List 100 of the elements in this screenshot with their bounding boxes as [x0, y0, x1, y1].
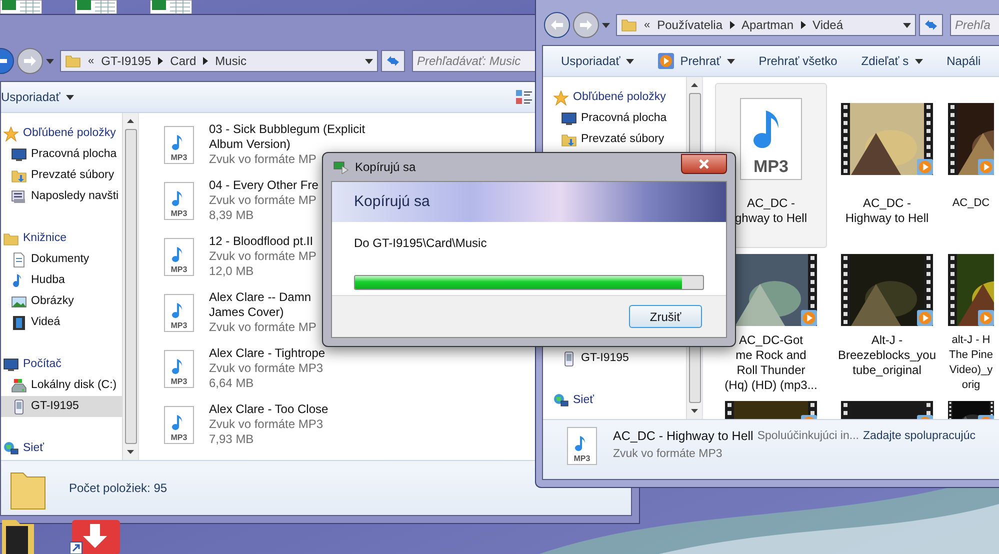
overflow-chevrons[interactable]: «: [644, 16, 650, 34]
file-tile[interactable]: AC_DC - Highway to Hell: [831, 83, 943, 248]
file-name[interactable]: Album Version): [209, 137, 366, 152]
file-name[interactable]: James Cover): [209, 305, 316, 320]
globe-icon: [3, 440, 19, 456]
nav-item[interactable]: Dokumenty: [1, 249, 122, 270]
metadata-field[interactable]: Spoluúčinkujúci in...: [757, 427, 859, 445]
breadcrumb[interactable]: Music: [215, 52, 247, 70]
tile-label: tube_original: [852, 363, 922, 378]
download-icon[interactable]: [70, 520, 120, 554]
overflow-chevrons[interactable]: «: [88, 52, 94, 70]
nav-item[interactable]: Sieť: [1, 438, 122, 459]
document-icon: [11, 252, 27, 268]
tile-label: ghway to Hell: [734, 211, 808, 226]
file-type-label: MP3: [170, 322, 188, 330]
file-type-label: MP3: [170, 154, 188, 162]
toolbar-button[interactable]: Usporiadať: [561, 52, 634, 70]
folder-icon: [3, 230, 19, 246]
nav-item[interactable]: Pracovná plocha: [551, 108, 686, 129]
play-icon: [917, 159, 933, 175]
spreadsheet-icon[interactable]: [150, 0, 192, 14]
nav-label: Prevzaté súbory: [31, 168, 114, 183]
breadcrumb[interactable]: Apartman: [742, 16, 794, 34]
file-type-label: MP3: [170, 434, 188, 442]
monitor-icon: [11, 146, 27, 162]
refresh-button[interactable]: [919, 14, 943, 36]
file-name[interactable]: 12 - Bloodflood pt.II: [209, 234, 316, 249]
file-tile[interactable]: Alt-J - Breezeblocks_you tube_original: [831, 248, 943, 398]
play-icon: [978, 310, 994, 326]
file-name[interactable]: Alex Clare - Too Close: [209, 402, 328, 417]
folder-icon: [65, 53, 81, 69]
refresh-icon: [924, 19, 938, 31]
nav-item[interactable]: Počítač: [1, 354, 122, 375]
metadata-field[interactable]: Zadajte spolupracujúc: [862, 427, 976, 445]
file-name[interactable]: Alex Clare - Tightrope: [209, 346, 326, 361]
nav-label: GT-I9195: [31, 398, 79, 414]
breadcrumb[interactable]: Card: [170, 52, 196, 70]
close-button[interactable]: [681, 154, 727, 174]
nav-item[interactable]: Lokálny disk (C:): [1, 375, 122, 396]
scrollbar[interactable]: [122, 113, 138, 460]
refresh-button[interactable]: [381, 50, 405, 72]
tile-label: (Hq) (HD) (mp3...: [724, 378, 818, 393]
play-icon: [801, 310, 817, 326]
address-bar[interactable]: « GT-I9195 Card Music: [60, 50, 378, 72]
breadcrumb[interactable]: Videá: [812, 16, 844, 34]
forward-button[interactable]: [573, 12, 599, 38]
nav-label: Lokálny disk (C:): [31, 378, 117, 393]
tile-label: AC_DC: [952, 196, 990, 211]
forward-button[interactable]: [17, 48, 43, 74]
nav-item[interactable]: Obľúbené položky: [551, 87, 686, 108]
file-name[interactable]: 03 - Sick Bubblegum (Explicit: [209, 122, 366, 137]
star-icon: [3, 126, 19, 142]
spreadsheet-icon[interactable]: [0, 0, 42, 14]
nav-item[interactable]: Videá: [1, 312, 122, 333]
caret-icon: [66, 94, 74, 100]
nav-item[interactable]: Naposledy navšti: [1, 186, 122, 207]
nav-item[interactable]: Obľúbené položky: [1, 123, 122, 144]
spreadsheet-icon[interactable]: [75, 0, 117, 14]
caret-icon: [903, 22, 911, 28]
file-name[interactable]: 04 - Every Other Fre: [209, 178, 318, 193]
cancel-button[interactable]: Zrušiť: [629, 305, 702, 328]
organize-menu[interactable]: Usporiadať: [1, 88, 74, 106]
star-icon: [553, 90, 569, 106]
toolbar-button[interactable]: Prehrať všetko: [758, 52, 838, 70]
toolbar-button[interactable]: Zdieľať s: [861, 52, 923, 70]
file-type-label: MP3: [170, 378, 188, 386]
breadcrumb[interactable]: Používatelia: [657, 16, 722, 34]
scroll-thumb[interactable]: [124, 129, 136, 444]
file-type: Zvuk vo formáte MP: [209, 249, 316, 264]
nav-item[interactable]: Pracovná plocha: [1, 144, 122, 165]
nav-item[interactable]: GT-I9195: [551, 348, 686, 369]
nav-label: GT-I9195: [581, 350, 629, 366]
tile-label: Roll Thunder: [736, 363, 806, 378]
nav-item[interactable]: Hudba: [1, 270, 122, 291]
back-button[interactable]: [544, 12, 570, 38]
file-name[interactable]: Alex Clare -- Damn: [209, 290, 316, 305]
nav-item[interactable]: GT-I9195: [1, 396, 122, 417]
search-field[interactable]: Prehľadávať: Music: [412, 50, 536, 72]
view-options-icon[interactable]: [515, 88, 533, 106]
nav-item[interactable]: Prevzaté súbory: [551, 129, 686, 150]
toolbar-button[interactable]: Prehrať: [658, 52, 735, 70]
address-bar[interactable]: « Používatelia Apartman Videá: [616, 14, 916, 36]
file-tile[interactable]: alt-J - H The Pine Video)_y orig: [947, 248, 995, 398]
nav-item[interactable]: Sieť: [551, 390, 686, 411]
arrow-right-icon: [580, 20, 592, 30]
file-size: 6,64 MB: [209, 376, 255, 391]
shortcut-icon[interactable]: [0, 520, 36, 554]
nav-item[interactable]: Obrázky: [1, 291, 122, 312]
nav-item[interactable]: Prevzaté súbory: [1, 165, 122, 186]
search-field[interactable]: Prehľa: [950, 14, 999, 36]
breadcrumb[interactable]: GT-I9195: [101, 52, 152, 70]
file-tile[interactable]: AC_DC: [947, 83, 995, 248]
play-icon: [917, 310, 933, 326]
tile-label: AC_DC-Got: [738, 333, 803, 348]
nav-label: Videá: [31, 314, 60, 330]
nav-label: Počítač: [23, 356, 62, 372]
toolbar-button[interactable]: Napáli: [946, 52, 981, 70]
play-icon: [978, 159, 994, 175]
file-type-label: MP3: [170, 266, 188, 274]
nav-item[interactable]: Knižnice: [1, 228, 122, 249]
